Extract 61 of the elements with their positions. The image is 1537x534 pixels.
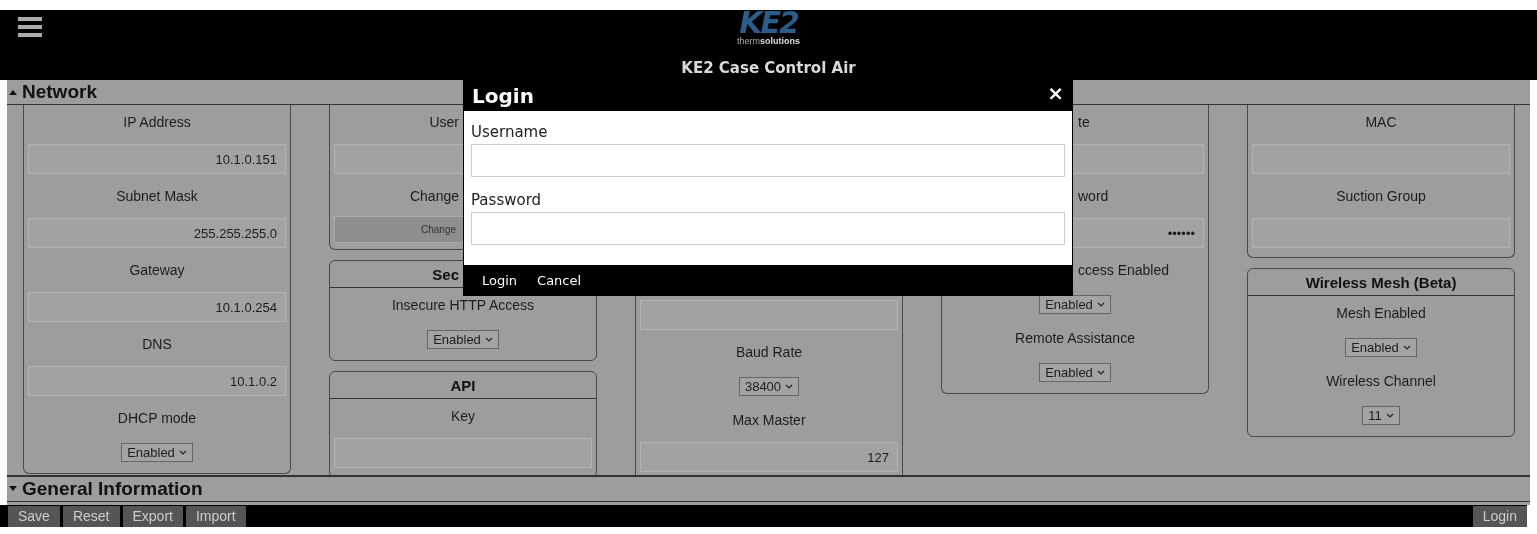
chevron-icon [484, 336, 493, 342]
field-label: word [1078, 188, 1109, 204]
field-label: Password [471, 191, 542, 209]
field-label: DHCP mode [117, 410, 197, 426]
dropdown[interactable]: 38400 [738, 376, 800, 396]
field-label: Subnet Mask [116, 188, 198, 204]
field-label: Gateway [129, 262, 185, 278]
section-title: Network [22, 81, 97, 103]
chevron-icon [178, 449, 187, 455]
field-label: Username [471, 123, 548, 141]
app-title: KE2 Case Control Air [681, 59, 856, 77]
input-field[interactable]: 255.255.255.0 [28, 218, 286, 248]
toolbar-button[interactable]: Reset [62, 505, 120, 527]
section-title: General Information [22, 478, 203, 500]
expanded-triangle-icon[interactable] [9, 89, 17, 95]
input-field[interactable]: 10.1.0.254 [28, 292, 286, 322]
field-label: ccess Enabled [1078, 262, 1170, 278]
field-label: DNS [142, 336, 172, 352]
dropdown[interactable]: Enabled [427, 329, 499, 349]
field-label: Baud Rate [735, 344, 803, 360]
card-heading: Sec [432, 265, 459, 283]
dropdown[interactable]: Enabled [121, 442, 193, 462]
dropdown[interactable]: Enabled [1039, 362, 1111, 382]
dropdown[interactable]: Enabled [1345, 337, 1417, 357]
card-heading: API [450, 376, 476, 394]
toolbar-button[interactable]: Save [8, 505, 60, 527]
card-heading: Wireless Mesh (Beta) [1305, 273, 1457, 291]
toolbar-button[interactable]: Export [122, 505, 183, 527]
field-label: Insecure HTTP Access [391, 297, 535, 313]
field-label: MAC [1365, 114, 1397, 130]
dropdown[interactable]: 11 [1362, 405, 1400, 425]
field-label: Change [409, 188, 459, 204]
chevron-icon [1096, 301, 1105, 307]
chevron-icon [1385, 412, 1394, 418]
field-label: Max Master [732, 412, 806, 428]
chevron-icon [785, 383, 794, 389]
close-icon[interactable]: × [1047, 81, 1064, 105]
logo: KE2 thermsolutions [737, 10, 800, 47]
dialog-button[interactable]: Login [482, 272, 518, 288]
dialog-title: Login [472, 84, 534, 108]
field-label: Wireless Channel [1326, 373, 1436, 389]
field-label: te [1078, 114, 1090, 130]
input-field[interactable]: 10.1.0.2 [28, 366, 286, 396]
input-field[interactable] [471, 212, 1065, 245]
menu-icon[interactable] [18, 16, 42, 38]
field-label: Suction Group [1336, 188, 1426, 204]
collapsed-triangle-icon[interactable] [9, 486, 17, 492]
toolbar-button[interactable]: Import [185, 505, 246, 527]
field-label: Key [450, 408, 476, 424]
chevron-icon [1402, 344, 1411, 350]
login-button[interactable]: Login [1472, 505, 1527, 527]
field-label: IP Address [123, 114, 191, 130]
dropdown[interactable]: Enabled [1039, 294, 1111, 314]
chevron-icon [1096, 369, 1105, 375]
field-label: Mesh Enabled [1336, 305, 1426, 321]
dialog-button[interactable]: Cancel [537, 272, 582, 288]
input-field[interactable]: 127 [640, 442, 898, 472]
field-label: Remote Assistance [1015, 330, 1135, 346]
input-field[interactable] [471, 144, 1065, 177]
input-field[interactable]: 10.1.0.151 [28, 144, 286, 174]
field-label: User [429, 114, 459, 130]
